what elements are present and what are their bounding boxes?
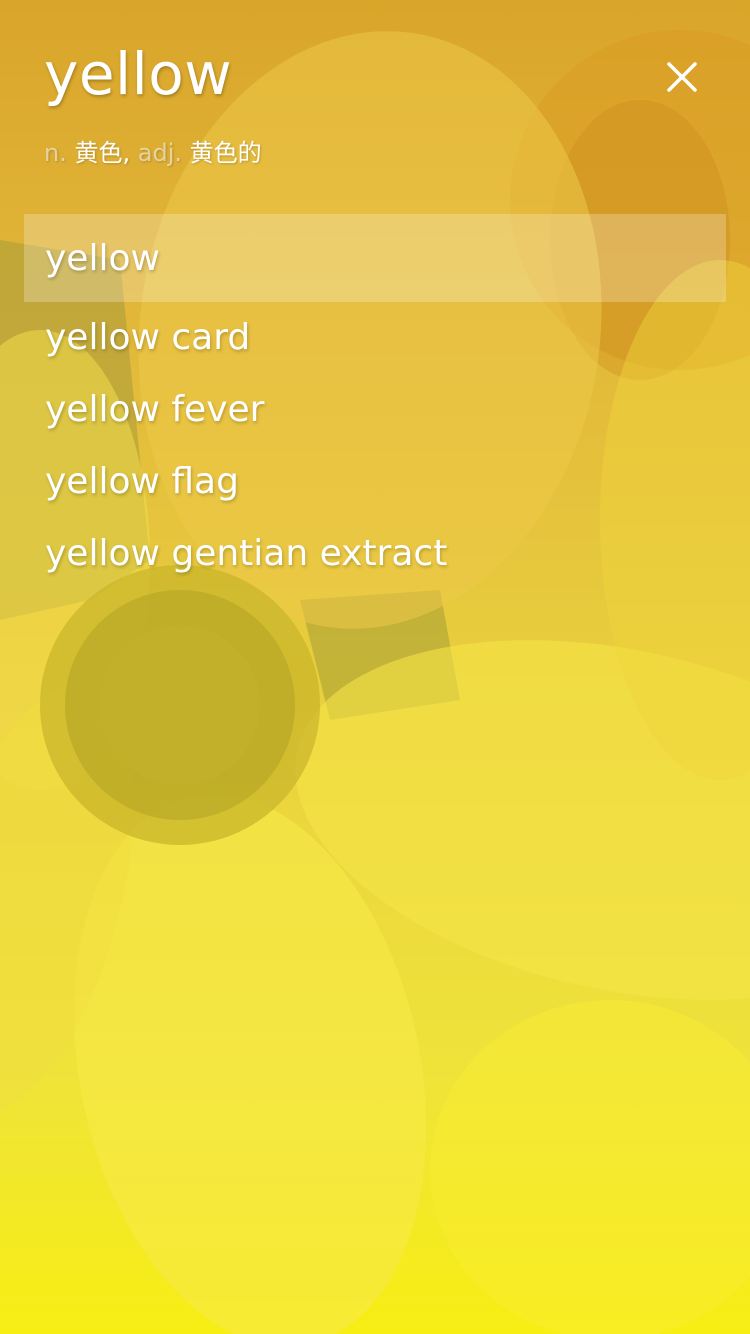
suggestion-item[interactable]: yellow flag xyxy=(24,446,726,518)
meaning-adjective: 黄色的 xyxy=(189,139,262,167)
suggestion-item[interactable]: yellow gentian extract xyxy=(24,518,726,590)
suggestion-item[interactable]: yellow card xyxy=(24,302,726,374)
suggestion-list: yellow yellow card yellow fever yellow f… xyxy=(24,214,726,590)
suggestion-item[interactable]: yellow xyxy=(24,214,726,302)
word-title: yellow xyxy=(44,40,233,108)
meaning-noun: 黄色, xyxy=(74,139,131,167)
part-of-speech-adjective: adj. xyxy=(137,139,183,167)
definition-line: n. 黄色, adj. 黄色的 xyxy=(44,136,262,170)
suggestion-item[interactable]: yellow fever xyxy=(24,374,726,446)
close-icon xyxy=(667,62,697,92)
word-lookup-panel: yellow n. 黄色, adj. 黄色的 yellow yellow car… xyxy=(0,0,750,1334)
close-button[interactable] xyxy=(660,56,704,100)
part-of-speech-noun: n. xyxy=(44,139,67,167)
